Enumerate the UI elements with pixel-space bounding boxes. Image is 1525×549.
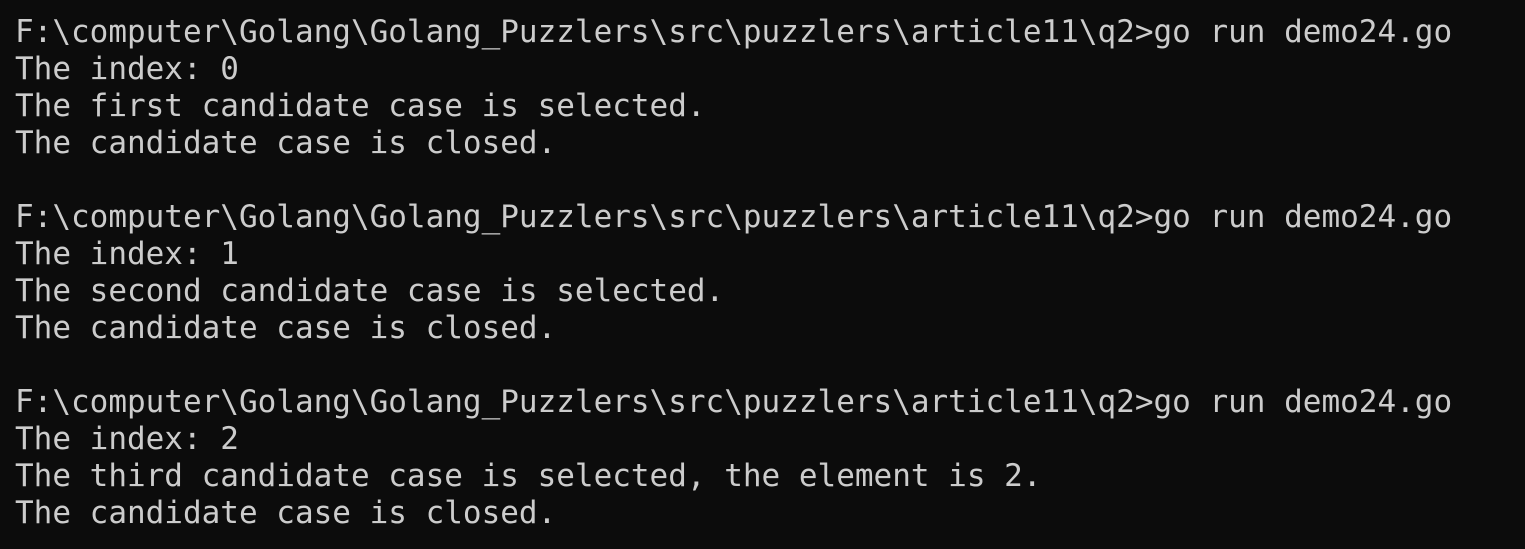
command-text: go run demo24.go <box>1153 199 1453 235</box>
prompt-path: F:\computer\Golang\Golang_Puzzlers\src\p… <box>15 384 1154 420</box>
output-line: The third candidate case is selected, th… <box>15 458 1042 494</box>
output-line: The first candidate case is selected. <box>15 88 706 124</box>
terminal-window[interactable]: F:\computer\Golang\Golang_Puzzlers\src\p… <box>0 0 1525 549</box>
command-text: go run demo24.go <box>1153 14 1453 50</box>
output-line: The candidate case is closed. <box>15 495 557 531</box>
output-line: The candidate case is closed. <box>15 125 557 161</box>
command-text: go run demo24.go <box>1153 384 1453 420</box>
command-line: F:\computer\Golang\Golang_Puzzlers\src\p… <box>15 384 1525 421</box>
command-line: F:\computer\Golang\Golang_Puzzlers\src\p… <box>15 14 1525 51</box>
output-line: The second candidate case is selected. <box>15 273 725 309</box>
output-line: The index: 2 <box>15 421 239 457</box>
prompt-path: F:\computer\Golang\Golang_Puzzlers\src\p… <box>15 14 1154 50</box>
prompt-path: F:\computer\Golang\Golang_Puzzlers\src\p… <box>15 199 1154 235</box>
output-line: The index: 1 <box>15 236 239 272</box>
output-line: The index: 0 <box>15 51 239 87</box>
output-line: The candidate case is closed. <box>15 310 557 346</box>
command-line: F:\computer\Golang\Golang_Puzzlers\src\p… <box>15 199 1525 236</box>
